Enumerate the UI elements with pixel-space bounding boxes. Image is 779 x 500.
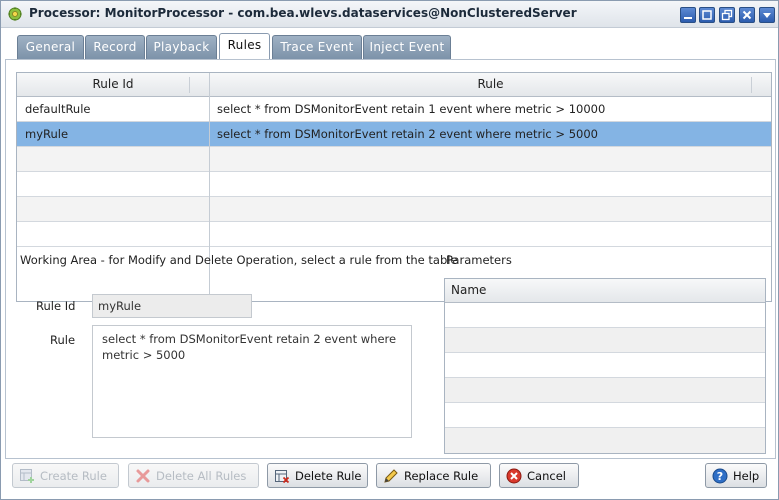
title-bar: Processor: MonitorProcessor - com.bea.wl… <box>1 1 778 28</box>
rule-id-field[interactable]: myRule <box>92 294 252 318</box>
delete-all-icon <box>135 468 151 484</box>
table-row-empty[interactable] <box>17 222 771 247</box>
delete-rule-label: Delete Rule <box>295 468 362 483</box>
delete-rule-icon <box>274 468 290 484</box>
parameters-label: Parameters <box>446 253 512 267</box>
delete-rule-button[interactable]: Delete Rule <box>267 463 368 488</box>
minimize-icon <box>684 17 692 19</box>
rule-cell: select * from DSMonitorEvent retain 2 ev… <box>217 127 598 141</box>
chevron-down-icon <box>763 13 771 18</box>
table-row-selected[interactable]: myRule select * from DSMonitorEvent reta… <box>17 122 771 147</box>
minimize-button[interactable] <box>680 7 696 23</box>
rules-panel: Rule Id Rule defaultRule select * from D… <box>5 59 776 459</box>
window-menu-button[interactable] <box>759 7 775 23</box>
processor-icon <box>7 6 23 22</box>
restore-icon <box>721 9 733 21</box>
delete-all-rules-button[interactable]: Delete All Rules <box>128 463 259 488</box>
window-title: Processor: MonitorProcessor - com.bea.wl… <box>29 6 577 20</box>
tab-general[interactable]: General <box>17 35 84 60</box>
column-header-name[interactable]: Name <box>445 279 765 303</box>
rules-table[interactable]: Rule Id Rule defaultRule select * from D… <box>16 72 772 302</box>
tab-rules[interactable]: Rules <box>219 33 270 61</box>
help-icon: ? <box>712 468 728 484</box>
table-row[interactable]: defaultRule select * from DSMonitorEvent… <box>17 97 771 122</box>
restore-button[interactable] <box>719 7 735 23</box>
column-header-rule-id[interactable]: Rule Id <box>17 73 209 97</box>
pencil-icon <box>383 468 399 484</box>
cancel-button[interactable]: Cancel <box>499 463 579 488</box>
working-area-label: Working Area - for Modify and Delete Ope… <box>20 253 458 267</box>
tab-record[interactable]: Record <box>85 35 145 60</box>
svg-text:?: ? <box>717 470 723 483</box>
create-rule-button[interactable]: Create Rule <box>12 463 119 488</box>
tab-trace-event[interactable]: Trace Event <box>272 35 362 60</box>
rule-cell: select * from DSMonitorEvent retain 1 ev… <box>217 102 606 116</box>
table-row-empty[interactable] <box>445 353 765 378</box>
delete-all-rules-label: Delete All Rules <box>156 468 247 483</box>
rule-id-cell: myRule <box>25 127 69 141</box>
table-row-empty[interactable] <box>17 172 771 197</box>
close-icon <box>742 10 752 20</box>
column-resize-handle[interactable] <box>751 77 752 93</box>
cancel-icon <box>506 468 522 484</box>
processor-window: Processor: MonitorProcessor - com.bea.wl… <box>0 0 779 500</box>
table-row-empty[interactable] <box>17 147 771 172</box>
tab-playback[interactable]: Playback <box>146 35 217 60</box>
column-header-rule[interactable]: Rule <box>210 73 771 97</box>
table-row-empty[interactable] <box>445 303 765 328</box>
replace-rule-label: Replace Rule <box>404 468 479 483</box>
parameters-table[interactable]: Name <box>444 278 766 454</box>
help-button[interactable]: ? Help <box>705 463 767 488</box>
table-row-empty[interactable] <box>445 403 765 428</box>
create-rule-label: Create Rule <box>40 468 107 483</box>
rule-id-label: Rule Id <box>36 299 76 313</box>
help-label: Help <box>733 468 760 483</box>
table-row-empty[interactable] <box>445 378 765 403</box>
table-row-empty[interactable] <box>445 328 765 353</box>
close-button[interactable] <box>739 7 755 23</box>
replace-rule-button[interactable]: Replace Rule <box>376 463 491 488</box>
cancel-label: Cancel <box>527 468 566 483</box>
rule-id-cell: defaultRule <box>25 102 91 116</box>
rule-label: Rule <box>50 333 76 347</box>
tab-inject-event[interactable]: Inject Event <box>363 35 451 60</box>
maximize-icon <box>702 10 712 20</box>
rule-textarea[interactable]: select * from DSMonitorEvent retain 2 ev… <box>92 325 412 438</box>
table-row-empty[interactable] <box>17 197 771 222</box>
maximize-button[interactable] <box>699 7 715 23</box>
column-resize-handle[interactable] <box>189 77 190 93</box>
table-row-empty[interactable] <box>445 428 765 453</box>
create-rule-icon <box>19 468 35 484</box>
